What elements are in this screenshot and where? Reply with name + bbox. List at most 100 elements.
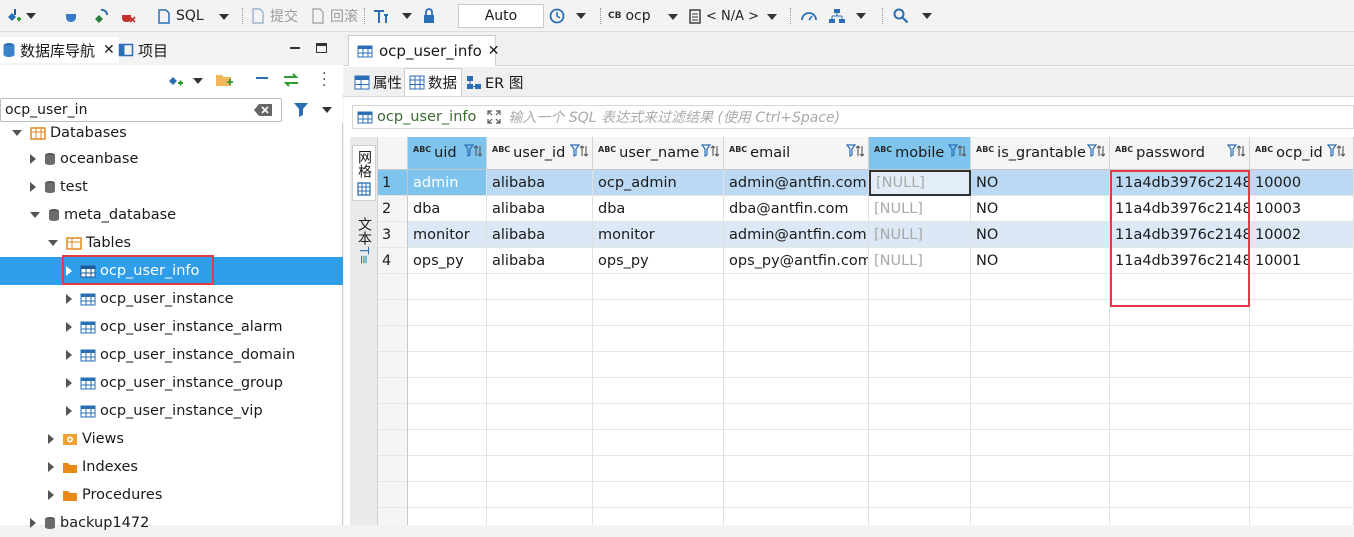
cell-email[interactable]: ops_py@antfin.com	[724, 248, 869, 274]
transaction-mode-field[interactable]: Auto	[458, 4, 544, 28]
close-icon[interactable]: ✕	[488, 43, 500, 59]
connect-button[interactable]	[4, 6, 36, 26]
disconnect-button[interactable]	[120, 6, 136, 26]
cell-ocp-id[interactable]: 10002	[1250, 222, 1354, 248]
tab-projects[interactable]: 项目	[118, 39, 168, 61]
cell-mobile[interactable]: [NULL]	[869, 222, 971, 248]
sql-editor-button[interactable]: SQL	[156, 6, 204, 26]
cell-email[interactable]: admin@antfin.com	[724, 222, 869, 248]
cell-uid[interactable]: monitor	[408, 222, 487, 248]
rollback-button[interactable]: 回滚	[310, 6, 358, 26]
column-header-user-name[interactable]: ABC user_name	[593, 137, 724, 170]
filter-sort-icon[interactable]	[948, 143, 966, 159]
cell-is-grantable[interactable]: NO	[971, 222, 1110, 248]
expand-icon[interactable]	[486, 109, 502, 125]
more-options-icon[interactable]: · · ·	[322, 67, 326, 93]
tab-text-view[interactable]: 文本 T≡	[352, 213, 376, 268]
schema-selector[interactable]: < N/A >	[688, 6, 759, 26]
link-editor-icon[interactable]	[282, 72, 300, 88]
tab-grid-view[interactable]: 网格	[352, 145, 376, 201]
tree-item-table[interactable]: ocp_user_instance_vip	[66, 397, 263, 425]
sql-dropdown-icon[interactable]	[219, 14, 229, 20]
filter-sql-input[interactable]: 输入一个 SQL 表达式来过滤结果 (使用 Ctrl+Space)	[508, 107, 1353, 127]
plug-button[interactable]	[64, 6, 80, 26]
tree-item-table[interactable]: ocp_user_instance_domain	[66, 341, 295, 369]
cell-uid[interactable]: ops_py	[408, 248, 487, 274]
cell-user-name[interactable]: ocp_admin	[593, 170, 724, 196]
tree-item-test[interactable]: test	[30, 173, 88, 201]
tree-item-tables[interactable]: Tables	[48, 229, 131, 257]
filter-sort-icon[interactable]	[1227, 143, 1245, 159]
cell-mobile-focused[interactable]: [NULL]	[869, 170, 971, 196]
cell-uid[interactable]: admin	[408, 170, 487, 196]
execution-plan-button[interactable]	[828, 6, 866, 26]
tree-item-databases[interactable]: Databases	[12, 119, 127, 147]
cell-ocp-id[interactable]: 10003	[1250, 196, 1354, 222]
tree-item-indexes[interactable]: Indexes	[48, 453, 138, 481]
chevron-down-icon[interactable]	[322, 107, 332, 113]
editor-tab-ocp-user-info[interactable]: ocp_user_info ✕	[348, 35, 500, 66]
column-header-mobile[interactable]: ABC mobile	[869, 137, 971, 170]
cell-ocp-id[interactable]: 10001	[1250, 248, 1354, 274]
cell-ocp-id[interactable]: 10000	[1250, 170, 1354, 196]
cell-email[interactable]: dba@antfin.com	[724, 196, 869, 222]
history-button[interactable]	[548, 6, 586, 26]
column-header-user-id[interactable]: ABC user_id	[487, 137, 593, 170]
transaction-mode-button[interactable]	[372, 6, 412, 26]
maximize-icon[interactable]	[316, 43, 327, 53]
cell-mobile[interactable]: [NULL]	[869, 196, 971, 222]
tree-item-views[interactable]: Views	[48, 425, 124, 453]
cell-is-grantable[interactable]: NO	[971, 196, 1110, 222]
cell-email[interactable]: admin@antfin.com	[724, 170, 869, 196]
search-button[interactable]	[892, 6, 932, 26]
filter-icon[interactable]	[292, 100, 312, 120]
collapse-all-icon[interactable]	[256, 77, 268, 79]
cell-user-id[interactable]: alibaba	[487, 222, 593, 248]
column-header-uid[interactable]: ABC uid	[408, 137, 487, 170]
cell-mobile[interactable]: [NULL]	[869, 248, 971, 274]
filter-sort-icon[interactable]	[701, 143, 719, 159]
cell-user-id[interactable]: alibaba	[487, 196, 593, 222]
dashboard-button[interactable]	[800, 6, 818, 26]
datasource-dropdown-icon[interactable]	[668, 14, 678, 20]
schema-dropdown-icon[interactable]	[767, 14, 777, 20]
new-folder-icon[interactable]	[214, 71, 234, 89]
new-connection-icon[interactable]	[166, 71, 184, 89]
tree-item-procedures[interactable]: Procedures	[48, 481, 162, 509]
cell-user-name[interactable]: monitor	[593, 222, 724, 248]
tab-data[interactable]: 数据	[404, 68, 462, 96]
column-header-is-grantable[interactable]: ABC is_grantable	[971, 137, 1110, 170]
cell-user-name[interactable]: ops_py	[593, 248, 724, 274]
commit-button[interactable]: 提交	[250, 6, 298, 26]
cell-user-id[interactable]: alibaba	[487, 170, 593, 196]
tree-item-table[interactable]: ocp_user_instance	[66, 285, 234, 313]
minimize-icon[interactable]	[290, 47, 300, 49]
tree-item-table[interactable]: ocp_user_instance_alarm	[66, 313, 282, 341]
column-header-password[interactable]: ABC password	[1110, 137, 1250, 170]
filter-sort-icon[interactable]	[570, 143, 588, 159]
datasource-selector[interactable]: CB ocp	[608, 6, 651, 26]
cell-is-grantable[interactable]: NO	[971, 248, 1110, 274]
tree-item-backup[interactable]: backup1472	[30, 509, 149, 537]
column-header-email[interactable]: ABC email	[724, 137, 869, 170]
cell-is-grantable[interactable]: NO	[971, 170, 1110, 196]
cell-user-name[interactable]: dba	[593, 196, 724, 222]
lock-button[interactable]	[422, 6, 436, 26]
tree-item-oceanbase[interactable]: oceanbase	[30, 145, 138, 173]
tree-item-meta-database[interactable]: meta_database	[30, 201, 176, 229]
tab-properties[interactable]: 属性	[350, 69, 406, 95]
tab-er-diagram[interactable]: ER 图	[462, 69, 527, 95]
cell-uid[interactable]: dba	[408, 196, 487, 222]
reconnect-button[interactable]	[92, 6, 110, 26]
filter-sort-icon[interactable]	[1327, 143, 1345, 159]
clear-filter-icon[interactable]	[253, 103, 273, 117]
tab-database-navigator[interactable]: 数据库导航 ✕	[0, 37, 119, 63]
column-header-ocp-id[interactable]: ABC ocp_id	[1250, 137, 1354, 170]
filter-sort-icon[interactable]	[846, 143, 864, 159]
tree-item-table[interactable]: ocp_user_instance_group	[66, 369, 283, 397]
filter-sort-icon[interactable]	[464, 143, 482, 159]
filter-sort-icon[interactable]	[1087, 143, 1105, 159]
chevron-down-icon[interactable]	[193, 78, 203, 84]
close-icon[interactable]: ✕	[103, 42, 115, 58]
cell-user-id[interactable]: alibaba	[487, 248, 593, 274]
